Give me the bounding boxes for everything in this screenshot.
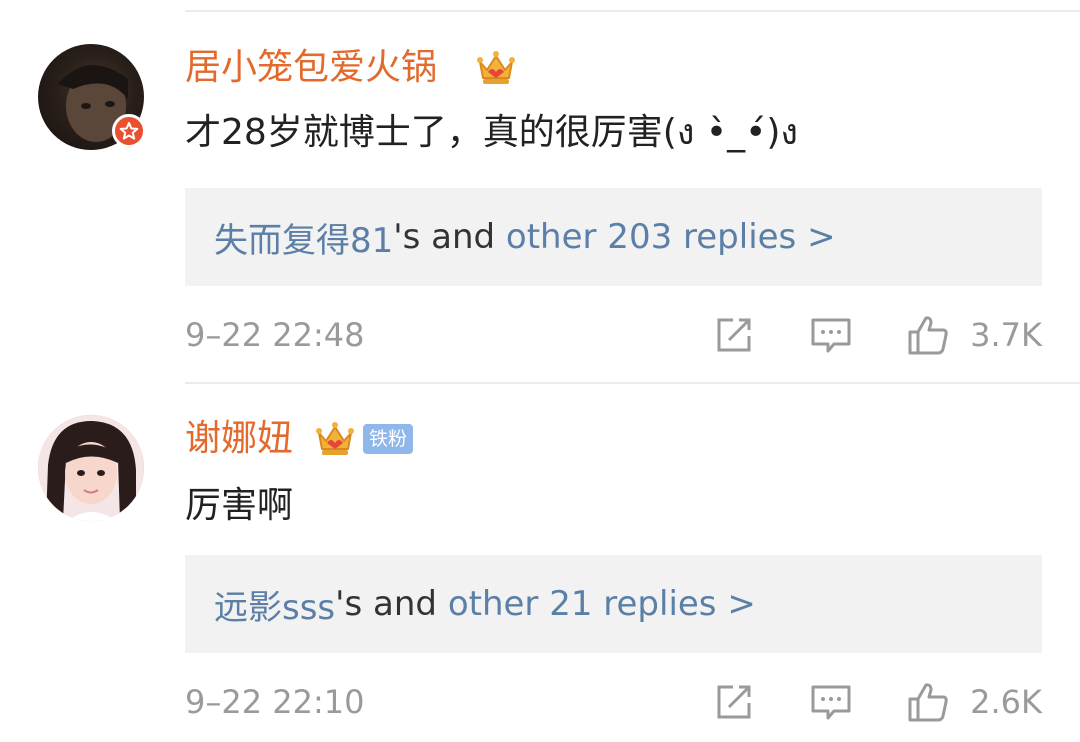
avatar-face-icon (38, 415, 144, 521)
username[interactable]: 居小笼包爱火锅 (185, 46, 437, 90)
fan-badge: 铁粉 (363, 424, 414, 454)
like-icon[interactable] (907, 314, 949, 356)
like-count: 2.6K (970, 683, 1042, 721)
comment-text: 厉害啊 (185, 485, 294, 526)
more-replies-link[interactable]: other 21 replies > (448, 584, 756, 624)
more-replies-link[interactable]: other 203 replies > (506, 217, 836, 257)
comment-icon[interactable] (810, 314, 852, 356)
avatar[interactable] (38, 415, 144, 521)
crown-icon (316, 422, 354, 455)
replies-link[interactable]: 远影sss's and other 21 replies > (185, 555, 1042, 653)
reply-connector: 's and (393, 217, 506, 257)
replies-link[interactable]: 失而复得81's and other 203 replies > (185, 188, 1042, 286)
divider (185, 382, 1080, 384)
avatar-image (38, 415, 144, 521)
like-count: 3.7K (970, 316, 1042, 354)
timestamp: 9–22 22:10 (185, 683, 365, 721)
crown-icon (477, 51, 515, 84)
reply-username[interactable]: 远影sss (214, 580, 335, 629)
comment-icon[interactable] (810, 681, 852, 723)
divider (185, 10, 1080, 12)
reply-connector: 's and (335, 584, 448, 624)
username[interactable]: 谢娜妞 (185, 417, 293, 461)
comment-list: 居小笼包爱火锅 才28岁就博士了，真的很厉害(ง •̀_•́)ง 失而复得81 '… (0, 0, 1080, 742)
share-icon[interactable] (713, 681, 755, 723)
verified-star-icon (112, 114, 146, 148)
comment-meta: 9–22 22:48 3.7K (185, 310, 1042, 360)
share-icon[interactable] (713, 314, 755, 356)
like-icon[interactable] (907, 681, 949, 723)
comment-meta: 9–22 22:10 2.6K (185, 677, 1042, 727)
timestamp: 9–22 22:48 (185, 316, 365, 354)
comment-text: 才28岁就博士了，真的很厉害(ง •̀_•́)ง (185, 112, 798, 153)
reply-username[interactable]: 失而复得81 (214, 213, 393, 262)
avatar[interactable] (38, 44, 146, 150)
